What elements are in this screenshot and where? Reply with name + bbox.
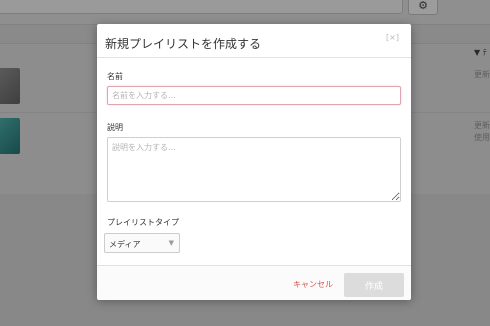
create-playlist-dialog: 新規プレイリストを作成する [×] 名前 説明 プレイリストタイプ メディア ▼…	[97, 24, 411, 300]
description-label: 説明	[107, 123, 123, 132]
playlist-type-value: メディア	[109, 240, 141, 249]
background-thumbnail	[0, 118, 20, 154]
background-row-meta: 更新	[474, 121, 490, 130]
dialog-footer: キャンセル 作成	[97, 265, 411, 300]
background-search-box	[0, 0, 403, 14]
name-label: 名前	[107, 72, 123, 81]
background-row-meta: 更新	[474, 70, 490, 79]
name-input[interactable]	[107, 86, 401, 105]
gear-icon: ⚙	[408, 0, 438, 15]
background-row-meta: 使用	[474, 133, 490, 142]
background-sort-label: ▼ ﾃ	[474, 48, 487, 57]
cancel-button[interactable]: キャンセル	[293, 279, 333, 290]
background-thumbnail	[0, 68, 20, 104]
dialog-title: 新規プレイリストを作成する	[105, 37, 262, 51]
chevron-down-icon: ▼	[168, 239, 174, 247]
dialog-header: 新規プレイリストを作成する [×]	[97, 24, 411, 58]
description-textarea[interactable]	[107, 137, 401, 202]
close-icon[interactable]: [×]	[386, 33, 399, 42]
playlist-type-label: プレイリストタイプ	[107, 218, 179, 227]
create-button[interactable]: 作成	[344, 273, 404, 297]
playlist-type-select[interactable]: メディア ▼	[104, 233, 180, 253]
